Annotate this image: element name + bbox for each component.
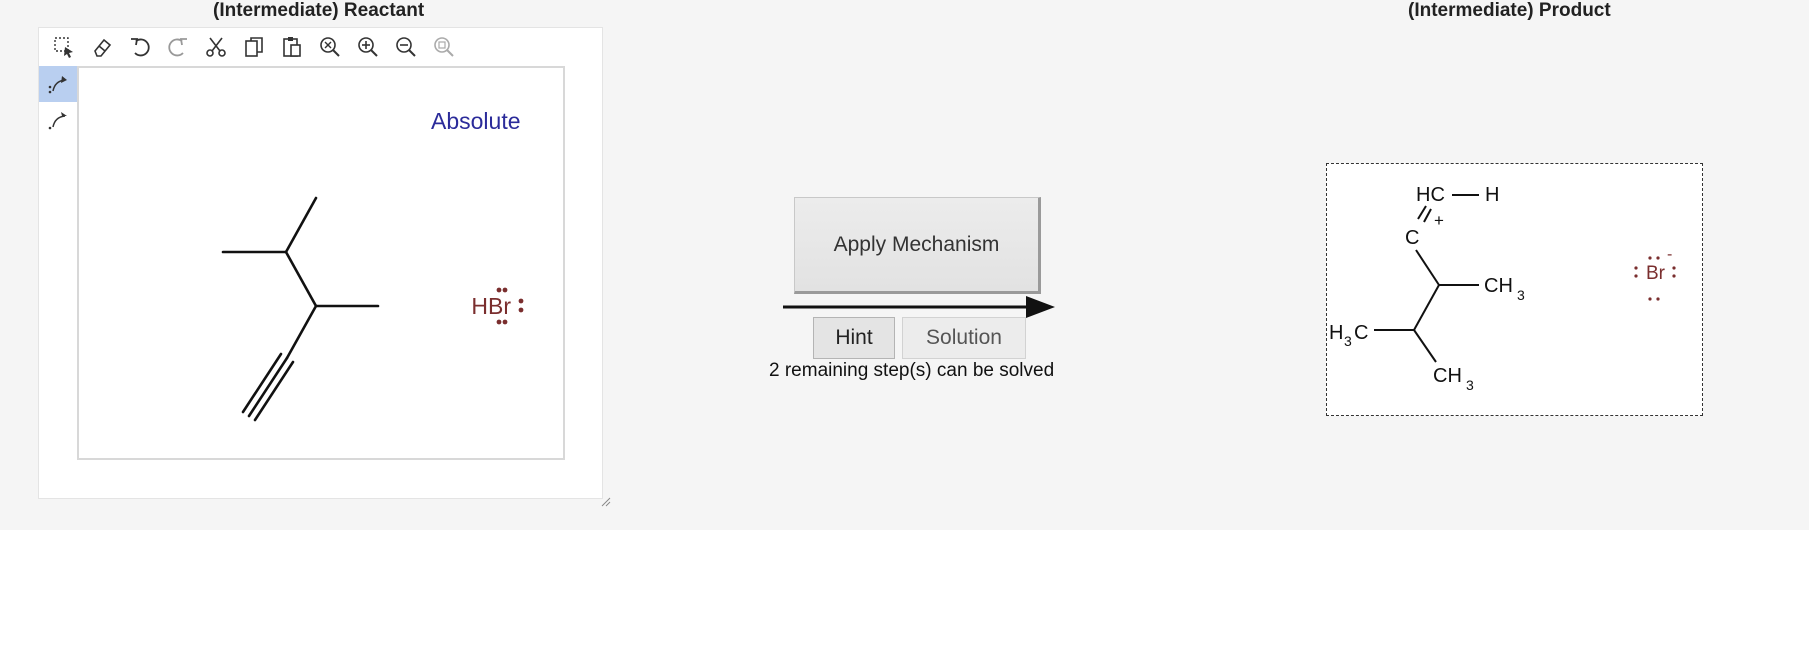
zoom-out-icon [396,37,416,57]
triple-bond [247,356,289,418]
atom-h: H [1485,184,1499,206]
product-structure-box: HC H C + CH 3 H 3 C CH 3 Br - [1326,163,1703,416]
paste-tool-button[interactable] [273,29,311,65]
curved-arrow-full-icon [48,76,67,94]
methyl-b-ch: CH [1433,365,1462,387]
hint-button[interactable]: Hint [813,317,895,359]
copy-tool-button[interactable] [235,29,273,65]
atom-c-cation: C [1405,227,1419,249]
zoom-reset-tool-button[interactable] [311,29,349,65]
bromide-ion: Br [1646,263,1666,284]
undo-tool-button[interactable] [121,29,159,65]
scissors-icon [206,37,226,57]
reagent-label: HBr [471,293,511,319]
bond [285,304,318,360]
zoom-in-icon [358,37,378,57]
arrow-tool-column [39,66,77,138]
copy-icon [245,37,263,57]
methyl-c-subscript: 3 [1344,333,1352,349]
zoom-out-tool-button[interactable] [387,29,425,65]
cut-tool-button[interactable] [197,29,235,65]
methyl-c-c: C [1354,322,1368,344]
zoom-fit-tool-button[interactable] [425,29,463,65]
eraser-icon [94,38,112,57]
product-structure: HC H C + CH 3 H 3 C CH 3 Br - [1329,184,1676,393]
methyl-a-subscript: 3 [1517,287,1525,303]
editor-toolbar [39,28,608,66]
product-heading: (Intermediate) Product [1408,0,1611,21]
zoom-in-tool-button[interactable] [349,29,387,65]
positive-charge: + [1434,211,1444,230]
methyl-c-h: H [1329,322,1343,344]
single-arrow-tool-button[interactable] [39,102,77,138]
erase-tool-button[interactable] [83,29,121,65]
zoom-fit-icon [434,37,454,57]
resize-handle-icon[interactable] [600,497,612,507]
atom-hc: HC [1416,184,1445,206]
reactant-heading: (Intermediate) Reactant [213,0,425,21]
solution-button[interactable]: Solution [902,317,1026,359]
bond [284,250,318,308]
redo-tool-button[interactable] [159,29,197,65]
bond [284,196,318,254]
triple-bond [241,352,283,414]
redo-icon [168,38,187,57]
stereo-absolute-label: Absolute [431,108,521,134]
curved-arrow-half-icon [48,112,67,130]
dashed-select-icon [54,37,73,58]
bromide-charge: - [1667,246,1672,263]
undo-icon [131,38,150,57]
double-arrow-tool-button[interactable] [39,66,77,102]
apply-mechanism-button[interactable]: Apply Mechanism [794,197,1041,294]
methyl-a-ch: CH [1484,275,1513,297]
remaining-steps-text: 2 remaining step(s) can be solved [769,360,1055,381]
zoom-clear-icon [320,37,340,57]
reactant-editor[interactable]: HBr Absolute [38,27,603,499]
clipboard-icon [283,37,301,57]
triple-bond [253,360,295,422]
select-tool-button[interactable] [45,29,83,65]
methyl-b-subscript: 3 [1466,377,1474,393]
